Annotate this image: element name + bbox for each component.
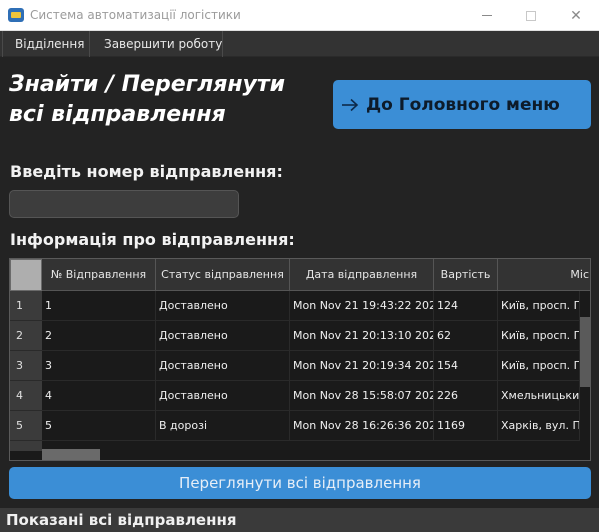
table-cell-place[interactable]: Хмельницький, [498,381,580,411]
table-cell-cost[interactable]: 1169 [434,411,498,441]
table-cell-place[interactable]: Київ, просп. П [498,291,580,321]
shipments-table[interactable]: № Відправлення Статус відправлення Дата … [9,258,591,461]
table-cell-id[interactable]: 5 [42,411,156,441]
horizontal-scrollbar-thumb[interactable] [42,449,100,460]
column-header-date[interactable]: Дата відправлення [290,259,434,291]
table-cell-status[interactable]: Доставлено [156,351,290,381]
close-icon: ✕ [570,7,582,24]
table-cell-place[interactable]: Київ, просп. П [498,351,580,381]
table-cell-cost[interactable]: 62 [434,321,498,351]
close-button[interactable]: ✕ [553,0,599,31]
row-header[interactable]: 3 [10,351,42,381]
table-select-all-corner[interactable] [10,259,42,291]
table-cell-id[interactable]: 4 [42,381,156,411]
row-header[interactable]: 5 [10,411,42,441]
row-header[interactable]: 1 [10,291,42,321]
table-vertical-scrollbar[interactable] [580,291,590,451]
table-cell-place[interactable]: Київ, просп. П [498,321,580,351]
table-cell-date[interactable]: Mon Nov 28 16:26:36 2022 [290,411,434,441]
shipment-number-label: Введіть номер відправлення: [10,162,283,181]
menu-item-departments[interactable]: Відділення [2,31,90,57]
column-header-cost[interactable]: Вартість [434,259,498,291]
table-cell-id[interactable]: 3 [42,351,156,381]
home-menu-button-label: До Головного меню [366,94,560,115]
shipment-number-input[interactable] [9,190,239,218]
vertical-scrollbar-thumb[interactable] [580,317,590,387]
row-header-column: 1 2 3 4 5 [10,291,42,451]
table-cell-cost[interactable]: 154 [434,351,498,381]
menu-item-exit[interactable]: Завершити роботу [90,31,223,57]
status-message: Показані всі відправлення [6,511,237,529]
table-cell-id[interactable]: 2 [42,321,156,351]
minimize-icon [482,15,492,16]
table-cell-date[interactable]: Mon Nov 21 20:13:10 2022 [290,321,434,351]
home-menu-button[interactable]: До Головного меню [333,80,591,129]
column-header-status[interactable]: Статус відправлення [156,259,290,291]
menu-bar: Відділення Завершити роботу [0,31,599,57]
window-title: Система автоматизації логістики [30,8,241,22]
table-cell-id[interactable]: 1 [42,291,156,321]
page-title: Знайти / Переглянути всі відправлення [9,72,286,127]
table-cell-cost[interactable]: 124 [434,291,498,321]
maximize-icon [526,10,536,21]
table-cell-date[interactable]: Mon Nov 21 20:19:34 2022 [290,351,434,381]
arrow-right-icon [342,98,359,111]
table-cell-cost[interactable]: 226 [434,381,498,411]
table-cell-status[interactable]: Доставлено [156,291,290,321]
title-bar: Система автоматизації логістики ✕ [0,0,599,31]
table-cell-status[interactable]: В дорозі [156,411,290,441]
view-all-shipments-button[interactable]: Переглянути всі відправлення [9,467,591,499]
column-header-id[interactable]: № Відправлення [42,259,156,291]
app-logo-icon [8,8,24,22]
app-window: Система автоматизації логістики ✕ Відділ… [0,0,599,532]
status-bar: Показані всі відправлення [0,508,599,532]
table-cell-place[interactable]: Харків, вул. Пс [498,411,580,441]
column-header-place[interactable]: Міс [498,259,590,291]
shipment-info-label: Інформація про відправлення: [10,230,295,249]
table-cell-status[interactable]: Доставлено [156,381,290,411]
table-horizontal-scrollbar[interactable] [42,449,580,460]
row-header[interactable]: 4 [10,381,42,411]
table-cell-date[interactable]: Mon Nov 21 19:43:22 2022 [290,291,434,321]
table-cell-status[interactable]: Доставлено [156,321,290,351]
minimize-button[interactable] [464,0,510,31]
row-header[interactable]: 2 [10,321,42,351]
maximize-button[interactable] [508,0,554,31]
table-cell-date[interactable]: Mon Nov 28 15:58:07 2022 [290,381,434,411]
